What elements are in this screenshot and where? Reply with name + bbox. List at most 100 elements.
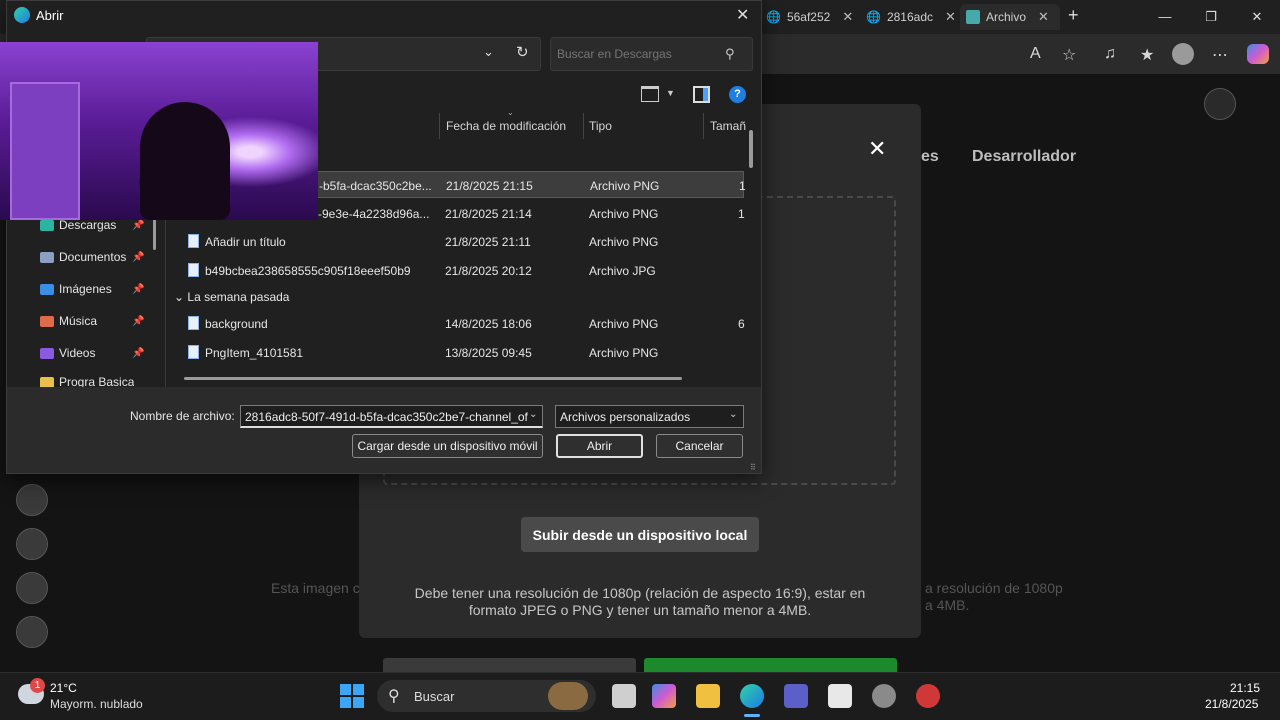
search-icon[interactable]: ⚲ bbox=[725, 46, 735, 62]
pin-icon[interactable]: 📌 bbox=[132, 316, 144, 327]
upload-mobile-button[interactable]: Cargar desde un dispositivo móvil bbox=[352, 434, 543, 458]
close-icon[interactable]: ✕ bbox=[945, 9, 956, 25]
file-date: 14/8/2025 18:06 bbox=[445, 317, 532, 331]
globe-icon: 🌐 bbox=[866, 10, 881, 24]
teams-icon[interactable] bbox=[784, 684, 808, 708]
clock-date[interactable]: 21/8/2025 bbox=[1205, 697, 1258, 711]
close-icon[interactable]: ✕ bbox=[842, 9, 853, 25]
webcam-background-door bbox=[10, 82, 80, 220]
chevron-down-icon[interactable]: ⌄ bbox=[483, 44, 494, 60]
file-explorer-icon[interactable] bbox=[696, 684, 720, 708]
file-name: -9e3e-4a2238d96a... bbox=[318, 207, 430, 221]
file-row[interactable]: b49bcbea238658555c905f18eeef50b9 21/8/20… bbox=[166, 257, 744, 284]
favorites-icon[interactable]: ★ bbox=[1140, 45, 1154, 65]
channel-avatar[interactable] bbox=[16, 572, 48, 604]
read-aloud-icon[interactable]: A bbox=[1030, 45, 1041, 63]
background-note-line: a 4MB. bbox=[925, 597, 970, 613]
filetype-select[interactable]: Archivos personalizados bbox=[555, 405, 744, 428]
file-type: Archivo JPG bbox=[589, 264, 656, 278]
pin-icon[interactable]: 📌 bbox=[132, 220, 144, 231]
column-header-modified[interactable]: Fecha de modificación bbox=[446, 119, 566, 133]
close-icon[interactable]: ✕ bbox=[1038, 9, 1049, 25]
tab-developer[interactable]: Desarrollador bbox=[972, 148, 1076, 166]
favorite-star-icon[interactable]: ☆ bbox=[1062, 45, 1076, 65]
help-icon[interactable]: ? bbox=[729, 86, 746, 103]
preview-pane-icon[interactable] bbox=[693, 86, 710, 103]
column-divider[interactable] bbox=[439, 113, 440, 139]
background-note-line: a resolución de 1080p bbox=[925, 580, 1063, 596]
more-menu-icon[interactable]: ⋯ bbox=[1212, 45, 1228, 65]
maximize-button[interactable]: ❐ bbox=[1188, 0, 1234, 34]
channel-avatar[interactable] bbox=[16, 484, 48, 516]
file-type: Archivo PNG bbox=[589, 235, 659, 249]
extensions-icon[interactable]: ♫ bbox=[1104, 45, 1116, 63]
new-tab-button[interactable]: + bbox=[1068, 5, 1079, 26]
weather-description[interactable]: Mayorm. nublado bbox=[50, 697, 143, 711]
user-avatar[interactable] bbox=[1204, 88, 1236, 120]
column-divider[interactable] bbox=[583, 113, 584, 139]
horizontal-scrollbar[interactable] bbox=[184, 377, 682, 380]
refresh-icon[interactable]: ↻ bbox=[516, 43, 529, 61]
column-header-type[interactable]: Tipo bbox=[589, 119, 612, 133]
group-label: La semana pasada bbox=[187, 290, 290, 304]
nav-item-folder[interactable]: Progra Basica bbox=[40, 377, 134, 387]
column-divider[interactable] bbox=[703, 113, 704, 139]
task-view-icon[interactable] bbox=[612, 684, 636, 708]
chevron-down-icon[interactable]: ⌄ bbox=[729, 409, 737, 420]
file-name: PngItem_4101581 bbox=[205, 346, 304, 360]
nav-item-documents[interactable]: Documentos bbox=[40, 250, 126, 264]
browser-tab-3[interactable]: Archivo ✕ bbox=[960, 4, 1060, 30]
edge-icon bbox=[14, 7, 30, 23]
channel-avatar[interactable] bbox=[16, 528, 48, 560]
nav-item-music[interactable]: Música bbox=[40, 314, 97, 328]
search-highlight-image[interactable] bbox=[548, 682, 588, 710]
browser-tab-1[interactable]: 🌐 56af252 ✕ bbox=[760, 4, 859, 30]
copilot-icon[interactable] bbox=[652, 684, 676, 708]
edge-icon[interactable] bbox=[740, 684, 764, 708]
channel-avatar[interactable] bbox=[16, 616, 48, 648]
profile-avatar-icon[interactable] bbox=[1172, 43, 1194, 65]
modal-close-icon[interactable]: ✕ bbox=[868, 136, 886, 162]
nav-item-downloads[interactable]: Descargas bbox=[40, 218, 116, 232]
windows-start-icon[interactable] bbox=[340, 684, 364, 708]
cancel-button[interactable]: Cancelar bbox=[656, 434, 743, 458]
view-options-icon[interactable] bbox=[641, 86, 659, 102]
tab-partial[interactable]: es bbox=[921, 148, 939, 166]
pin-icon[interactable]: 📌 bbox=[132, 252, 144, 263]
nav-label: Documentos bbox=[59, 250, 127, 264]
nav-item-images[interactable]: Imágenes bbox=[40, 282, 112, 296]
column-header-size[interactable]: Tamañ bbox=[710, 119, 746, 133]
pin-icon[interactable]: 📌 bbox=[132, 284, 144, 295]
nav-item-videos[interactable]: Videos bbox=[40, 346, 95, 360]
filename-label: Nombre de archivo: bbox=[130, 409, 235, 423]
primary-button[interactable] bbox=[644, 658, 897, 672]
filename-input[interactable]: 2816adc8-50f7-491d-b5fa-dcac350c2be7-cha… bbox=[240, 405, 543, 428]
file-row[interactable]: background 14/8/2025 18:06 Archivo PNG 6 bbox=[166, 310, 745, 337]
notification-badge: 1 bbox=[30, 678, 45, 693]
pin-icon[interactable]: 📌 bbox=[132, 348, 144, 359]
file-row[interactable]: Añadir un título 21/8/2025 21:11 Archivo… bbox=[166, 228, 744, 255]
chevron-down-icon[interactable]: ▼ bbox=[666, 88, 675, 98]
browser-tab-label: 56af252 bbox=[786, 10, 831, 24]
group-header-last-week[interactable]: ⌄ La semana pasada bbox=[174, 290, 289, 304]
file-row[interactable]: PngItem_4101581 13/8/2025 09:45 Archivo … bbox=[166, 339, 744, 366]
vertical-scrollbar[interactable] bbox=[749, 130, 753, 168]
open-button[interactable]: Abrir bbox=[556, 434, 643, 458]
secondary-button[interactable] bbox=[383, 658, 636, 672]
browser-tab-2[interactable]: 🌐 2816adc ✕ bbox=[860, 4, 962, 30]
copilot-icon[interactable] bbox=[1247, 44, 1269, 64]
weather-temperature[interactable]: 21°C bbox=[50, 681, 77, 695]
file-type: Archivo PNG bbox=[589, 346, 659, 360]
search-input[interactable] bbox=[557, 47, 717, 61]
resize-grip-icon[interactable]: ⠿ bbox=[750, 463, 756, 472]
close-window-button[interactable]: ✕ bbox=[1234, 0, 1280, 34]
file-size: 6 bbox=[738, 317, 745, 331]
dialog-close-icon[interactable]: ✕ bbox=[736, 5, 749, 25]
upload-local-button[interactable]: Subir desde un dispositivo local bbox=[521, 517, 759, 552]
snipping-tool-icon[interactable] bbox=[828, 684, 852, 708]
chevron-down-icon[interactable]: ⌄ bbox=[529, 409, 537, 420]
clock-time[interactable]: 21:15 bbox=[1230, 681, 1260, 695]
settings-gear-icon[interactable] bbox=[872, 684, 896, 708]
minimize-button[interactable]: — bbox=[1142, 0, 1188, 34]
app-icon[interactable] bbox=[916, 684, 940, 708]
